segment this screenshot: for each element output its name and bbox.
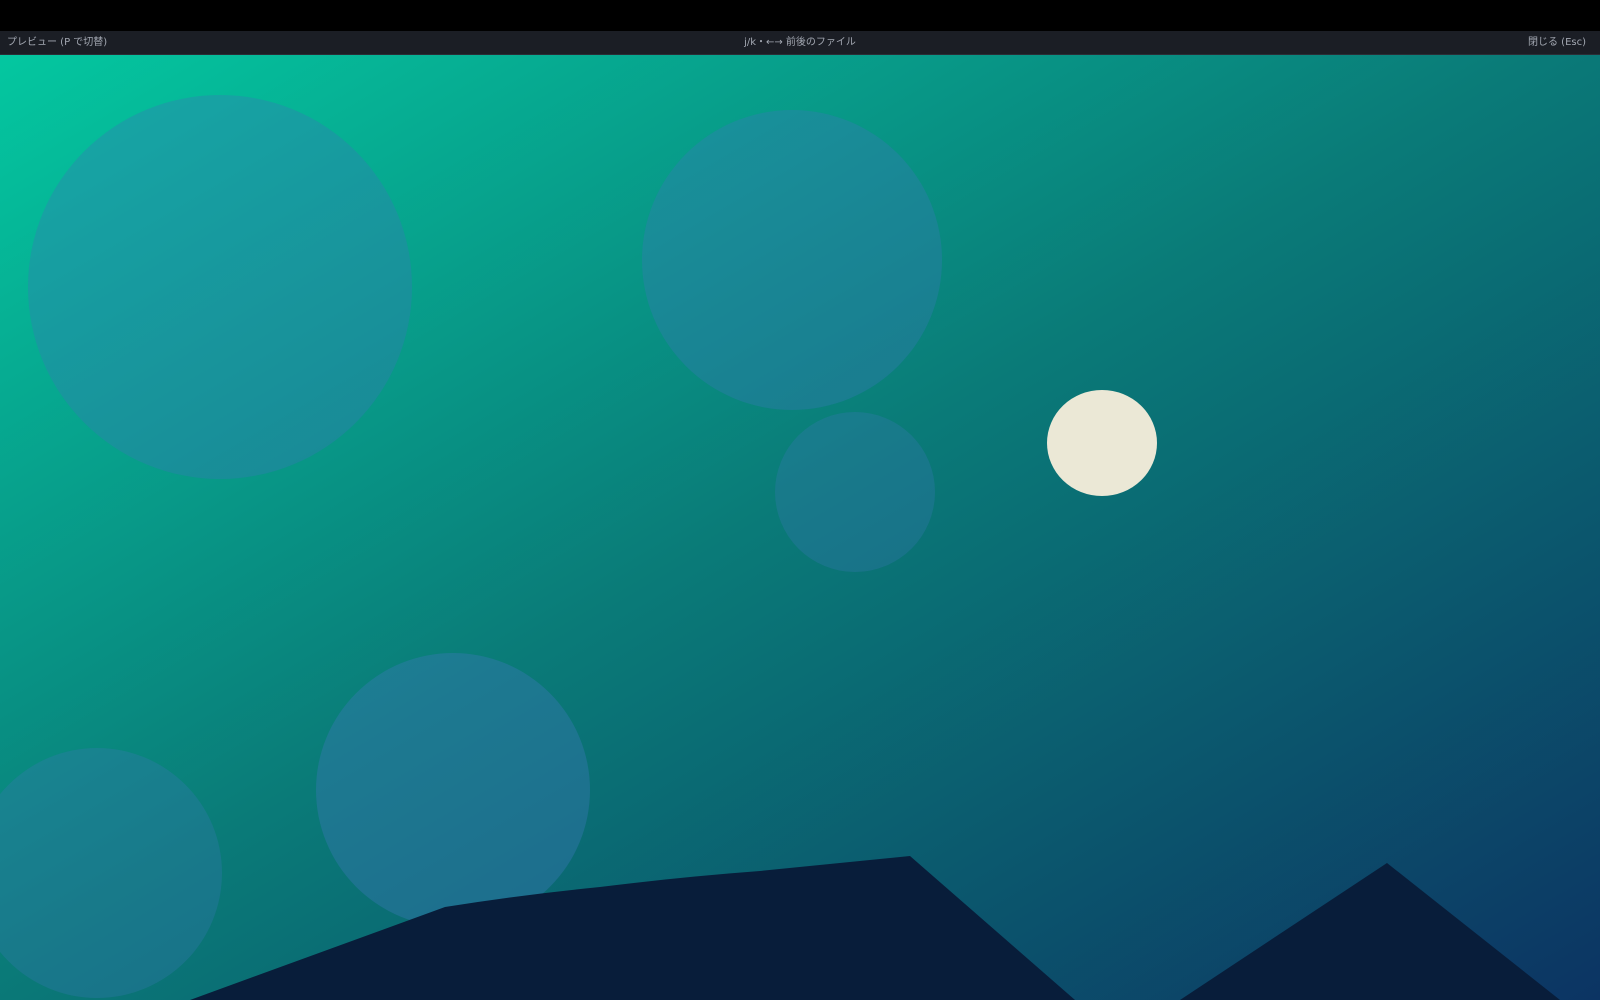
preview-image [0, 55, 1600, 1000]
moon [1047, 390, 1157, 496]
navigation-hint: j/k・←→ 前後のファイル [744, 37, 856, 48]
preview-toggle-hint[interactable]: プレビュー (P で切替) [7, 31, 107, 54]
bubble-top-center [642, 110, 942, 410]
bubble-bottom-center [316, 653, 590, 927]
top-black-strip [0, 0, 1600, 31]
bubble-large-left [28, 95, 412, 479]
preview-toolbar: プレビュー (P で切替) j/k・←→ 前後のファイル 閉じる (Esc) [0, 31, 1600, 55]
image-preview [0, 55, 1600, 1000]
bubble-small-center [775, 412, 935, 572]
close-button[interactable]: 閉じる (Esc) [1528, 31, 1586, 54]
